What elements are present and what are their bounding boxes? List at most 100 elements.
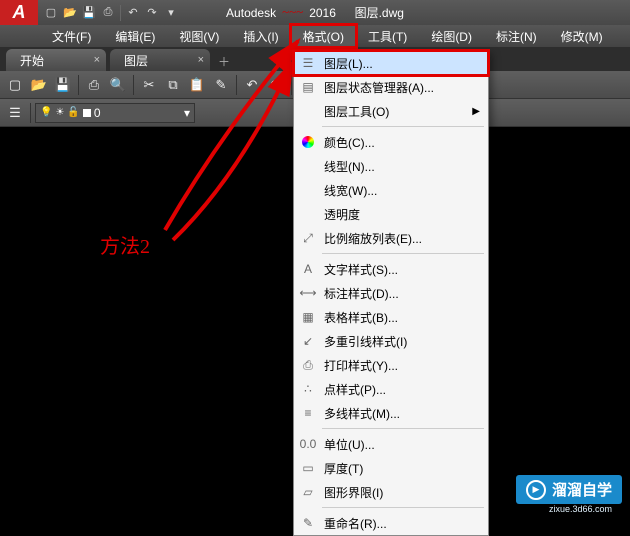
menu-separator [322, 126, 484, 127]
mleader-icon: ↙ [300, 333, 316, 349]
saveas-icon[interactable]: ⎙ [99, 4, 117, 22]
menu-item-表格样式B[interactable]: ▦表格样式(B)... [294, 305, 488, 329]
point-icon: ∴ [300, 381, 316, 397]
limits-icon: ▱ [300, 484, 316, 500]
blank-icon [300, 206, 316, 222]
mline-icon: ≡ [300, 405, 316, 421]
menu-item-label: 图层工具(O) [324, 103, 389, 120]
menu-tools[interactable]: 工具(T) [356, 25, 419, 47]
tab-layer[interactable]: 图层 × [110, 49, 210, 71]
menu-item-label: 点样式(P)... [324, 381, 386, 398]
watermark-url: zixue.3d66.com [549, 504, 612, 514]
app-logo[interactable]: A [0, 0, 38, 25]
save-icon[interactable]: 💾 [80, 4, 98, 22]
quick-access-toolbar: ▢ 📂 💾 ⎙ ↶ ↷ ▾ [42, 4, 180, 22]
open-icon[interactable]: 📂 [28, 74, 50, 96]
chevron-down-icon: ▾ [184, 106, 190, 120]
menu-bar: 文件(F) 编辑(E) 视图(V) 插入(I) 格式(O) 工具(T) 绘图(D… [0, 25, 630, 47]
menu-file[interactable]: 文件(F) [40, 25, 103, 47]
scale-icon: ⤢ [300, 230, 316, 246]
menu-separator [322, 253, 484, 254]
undo-icon[interactable]: ↶ [124, 4, 142, 22]
match-icon[interactable]: ✎ [210, 74, 232, 96]
menu-item-打印样式Y[interactable]: ⎙打印样式(Y)... [294, 353, 488, 377]
blank-icon [300, 158, 316, 174]
layer-properties-icon[interactable]: ☰ [4, 102, 26, 124]
menu-item-label: 厚度(T) [324, 460, 363, 477]
menu-item-多线样式M[interactable]: ≡多线样式(M)... [294, 401, 488, 425]
menu-draw[interactable]: 绘图(D) [419, 25, 484, 47]
title-bar: A ▢ 📂 💾 ⎙ ↶ ↷ ▾ Autodesk ~~~ 2016 图层.dwg [0, 0, 630, 25]
tab-start[interactable]: 开始 × [6, 49, 106, 71]
play-icon: ▶ [526, 480, 546, 500]
layers-icon: ☰ [300, 55, 316, 71]
menu-item-线宽W[interactable]: 线宽(W)... [294, 178, 488, 202]
menu-edit[interactable]: 编辑(E) [103, 25, 167, 47]
cut-icon[interactable]: ✂ [138, 74, 160, 96]
sun-icon: ☀ [55, 107, 64, 118]
menu-item-重命名R[interactable]: ✎ 重命名(R)... [294, 511, 488, 535]
menu-separator [322, 507, 484, 508]
menu-item-透明度[interactable]: 透明度 [294, 202, 488, 226]
menu-item-点样式P[interactable]: ∴ 点样式(P)... [294, 377, 488, 401]
menu-item-厚度T[interactable]: ▭ 厚度(T) [294, 456, 488, 480]
menu-item-label: 比例缩放列表(E)... [324, 230, 422, 247]
menu-item-label: 表格样式(B)... [324, 309, 398, 326]
app-name: Autodesk [226, 6, 276, 20]
menu-view[interactable]: 视图(V) [167, 25, 231, 47]
menu-item-图层L[interactable]: ☰图层(L)... [294, 51, 488, 75]
menu-item-颜色C[interactable]: 颜色(C)... [294, 130, 488, 154]
menu-item-图形界限I[interactable]: ▱ 图形界限(I) [294, 480, 488, 504]
submenu-arrow-icon: ▶ [472, 106, 480, 117]
menu-item-单位U[interactable]: 0.0单位(U)... [294, 432, 488, 456]
watermark-name: 溜溜自学 [552, 479, 612, 500]
menu-item-label: 单位(U)... [324, 436, 375, 453]
menu-item-label: 多重引线样式(I) [324, 333, 407, 350]
format-dropdown: ☰图层(L)... ▤ 图层状态管理器(A)... 图层工具(O) ▶ 颜色(C)... 线… [293, 50, 489, 536]
copy-icon[interactable]: ⧉ [162, 74, 184, 96]
app-year: 2016 [309, 6, 336, 20]
menu-item-标注样式D[interactable]: ⟷标注样式(D)... [294, 281, 488, 305]
menu-item-图层工具O[interactable]: 图层工具(O) ▶ [294, 99, 488, 123]
menu-item-label: 重命名(R)... [324, 515, 387, 532]
separator [291, 75, 292, 95]
text-icon: A [300, 261, 316, 277]
menu-modify[interactable]: 修改(M) [549, 25, 615, 47]
preview-icon[interactable]: 🔍 [107, 74, 129, 96]
menu-item-比例缩放列表E[interactable]: ⤢ 比例缩放列表(E)... [294, 226, 488, 250]
plot-icon[interactable]: ⎙ [83, 74, 105, 96]
paste-icon[interactable]: 📋 [186, 74, 208, 96]
menu-dimension[interactable]: 标注(N) [484, 25, 549, 47]
dim-icon: ⟷ [300, 285, 316, 301]
menu-item-label: 文字样式(S)... [324, 261, 398, 278]
menu-item-label: 透明度 [324, 206, 360, 223]
rename-icon: ✎ [300, 515, 316, 531]
save-icon[interactable]: 💾 [52, 74, 74, 96]
open-icon[interactable]: 📂 [61, 4, 79, 22]
qat-dropdown-icon[interactable]: ▾ [162, 4, 180, 22]
undo-icon[interactable]: ↶ [241, 74, 263, 96]
menu-item-图层状态管理器A[interactable]: ▤ 图层状态管理器(A)... [294, 75, 488, 99]
menu-item-label: 线型(N)... [324, 158, 375, 175]
bulb-icon: 💡 [40, 107, 52, 118]
thick-icon: ▭ [300, 460, 316, 476]
layer-combo[interactable]: 💡 ☀ 🔓 0 ▾ [35, 103, 195, 123]
new-icon[interactable]: ▢ [4, 74, 26, 96]
menu-format[interactable]: 格式(O) [291, 25, 356, 47]
menu-item-label: 图形界限(I) [324, 484, 383, 501]
menu-item-文字样式S[interactable]: A 文字样式(S)... [294, 257, 488, 281]
close-icon[interactable]: × [198, 54, 204, 66]
new-icon[interactable]: ▢ [42, 4, 60, 22]
menu-item-多重引线样式I[interactable]: ↙ 多重引线样式(I) [294, 329, 488, 353]
tab-label: 图层 [124, 52, 148, 69]
menu-insert[interactable]: 插入(I) [231, 25, 290, 47]
layer-state-icon: ▤ [300, 79, 316, 95]
close-icon[interactable]: × [94, 54, 100, 66]
new-tab-button[interactable]: ＋ [214, 51, 234, 71]
print-icon: ⎙ [300, 357, 316, 373]
redo-icon[interactable]: ↷ [143, 4, 161, 22]
redo-icon[interactable]: ↷ [265, 74, 287, 96]
menu-item-label: 图层状态管理器(A)... [324, 79, 434, 96]
menu-item-线型N[interactable]: 线型(N)... [294, 154, 488, 178]
separator [236, 75, 237, 95]
